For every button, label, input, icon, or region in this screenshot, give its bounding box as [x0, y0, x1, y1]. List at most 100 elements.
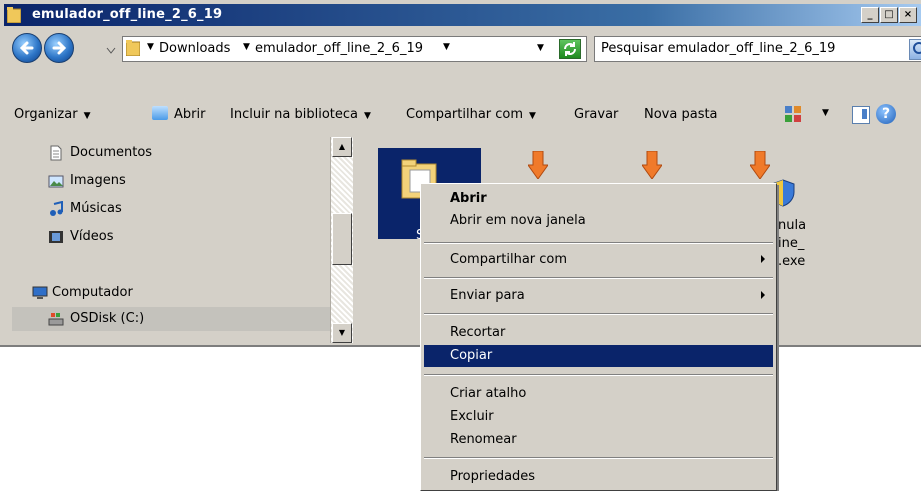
refresh-icon — [564, 42, 576, 56]
menu-separator — [424, 457, 773, 459]
new-folder-button[interactable]: Nova pasta — [644, 107, 718, 122]
exe-label-line: .exe — [778, 254, 806, 269]
chevron-down-icon: ▼ — [364, 111, 371, 121]
title-bar[interactable]: emulador_off_line_2_6_19 _ □ × — [4, 4, 921, 26]
back-arrow-icon — [19, 41, 34, 55]
navigation-scrollbar[interactable]: ▲ ▼ — [330, 137, 353, 343]
menu-item-rename[interactable]: Renomear — [424, 429, 773, 451]
download-arrow-icon — [750, 151, 770, 179]
menu-item-label: Excluir — [450, 409, 494, 424]
organize-button[interactable]: Organizar ▼ — [14, 107, 90, 122]
forward-button[interactable] — [44, 33, 74, 63]
menu-item-label: Copiar — [450, 348, 493, 363]
open-button[interactable]: Abrir — [174, 107, 205, 122]
preview-pane-icon[interactable] — [852, 106, 870, 124]
nav-item-music[interactable]: Músicas — [12, 197, 330, 221]
context-menu: Abrir Abrir em nova janela Compartilhar … — [420, 183, 777, 491]
menu-item-delete[interactable]: Excluir — [424, 406, 773, 428]
scroll-down-button[interactable]: ▼ — [332, 323, 352, 343]
share-with-button[interactable]: Compartilhar com ▼ — [406, 107, 536, 122]
chevron-down-icon[interactable]: ▼ — [822, 108, 829, 118]
menu-item-properties[interactable]: Propriedades — [424, 466, 773, 488]
maximize-button[interactable]: □ — [880, 7, 898, 23]
address-bar[interactable]: ▼ Downloads ▼ emulador_off_line_2_6_19 ▼… — [122, 36, 587, 62]
menu-item-label: Compartilhar com — [450, 252, 568, 267]
menu-item-open[interactable]: Abrir — [424, 188, 773, 210]
submenu-arrow-icon — [761, 291, 765, 299]
include-library-label: Incluir na biblioteca — [230, 107, 359, 122]
organize-label: Organizar — [14, 107, 78, 122]
address-history-dropdown-icon[interactable]: ▼ — [537, 43, 544, 53]
scrollbar-thumb[interactable] — [332, 213, 352, 265]
menu-item-send-to[interactable]: Enviar para — [424, 285, 773, 307]
menu-item-label: Recortar — [450, 325, 506, 340]
nav-item-videos[interactable]: Vídeos — [12, 225, 330, 249]
breadcrumb-arrow-icon[interactable]: ▼ — [147, 42, 154, 52]
breadcrumb-arrow-icon[interactable]: ▼ — [443, 42, 450, 52]
menu-separator — [424, 242, 773, 244]
menu-item-share-with[interactable]: Compartilhar com — [424, 249, 773, 271]
breadcrumb-downloads[interactable]: Downloads — [159, 41, 230, 56]
navigation-pane: Documentos Imagens Músicas Vídeos Comput… — [12, 137, 332, 343]
chevron-down-icon: ▼ — [83, 111, 91, 121]
nav-item-label: Computador — [52, 285, 133, 300]
menu-item-open-new-window[interactable]: Abrir em nova janela — [424, 210, 773, 232]
open-icon[interactable] — [152, 106, 168, 120]
minimize-button[interactable]: _ — [861, 7, 879, 23]
breadcrumb-current-folder[interactable]: emulador_off_line_2_6_19 — [255, 41, 423, 56]
nav-item-label: Músicas — [70, 201, 122, 216]
include-library-button[interactable]: Incluir na biblioteca ▼ — [230, 107, 371, 122]
menu-item-label: Criar atalho — [450, 386, 527, 401]
image-icon — [48, 175, 64, 188]
folder-icon — [7, 7, 21, 23]
forward-arrow-icon — [52, 41, 67, 55]
back-button[interactable] — [12, 33, 42, 63]
nav-item-documents[interactable]: Documentos — [12, 141, 330, 165]
recent-pages-dropdown-icon[interactable] — [106, 44, 116, 59]
menu-item-label: Propriedades — [450, 469, 536, 484]
menu-item-copy[interactable]: Copiar — [424, 345, 773, 367]
document-icon — [50, 145, 62, 161]
menu-separator — [424, 277, 773, 279]
download-arrow-icon — [642, 151, 662, 179]
exe-label-line: nula — [778, 218, 807, 233]
music-icon — [50, 201, 63, 216]
nav-item-images[interactable]: Imagens — [12, 169, 330, 193]
menu-item-label: Enviar para — [450, 288, 525, 303]
nav-item-label: OSDisk (C:) — [70, 311, 145, 326]
refresh-button[interactable] — [559, 39, 581, 59]
nav-item-computer[interactable]: Computador — [12, 281, 330, 305]
download-arrow-icon — [528, 151, 548, 179]
nav-item-label: Documentos — [70, 145, 153, 160]
menu-separator — [424, 374, 773, 376]
search-input[interactable]: Pesquisar emulador_off_line_2_6_19 — [594, 36, 921, 62]
scroll-up-button[interactable]: ▲ — [332, 137, 352, 157]
nav-item-osdisk[interactable]: OSDisk (C:) — [12, 307, 330, 331]
exe-label-line: ine_ — [778, 236, 805, 251]
nav-item-label: Vídeos — [70, 229, 114, 244]
computer-icon — [32, 286, 48, 299]
search-button[interactable] — [909, 39, 921, 60]
drive-icon — [48, 313, 64, 326]
menu-item-label: Abrir — [450, 191, 487, 206]
video-icon — [49, 231, 63, 243]
menu-item-cut[interactable]: Recortar — [424, 322, 773, 344]
breadcrumb-arrow-icon[interactable]: ▼ — [243, 42, 250, 52]
folder-icon — [126, 40, 140, 56]
close-button[interactable]: × — [899, 7, 917, 23]
window-title: emulador_off_line_2_6_19 — [32, 7, 223, 22]
burn-button[interactable]: Gravar — [574, 107, 618, 122]
menu-separator — [424, 313, 773, 315]
search-placeholder: Pesquisar emulador_off_line_2_6_19 — [601, 41, 836, 56]
menu-item-label: Renomear — [450, 432, 517, 447]
address-row: ▼ Downloads ▼ emulador_off_line_2_6_19 ▼… — [4, 30, 921, 70]
share-with-label: Compartilhar com — [406, 107, 524, 122]
menu-item-create-shortcut[interactable]: Criar atalho — [424, 383, 773, 405]
search-icon — [913, 42, 921, 54]
exe-file-label[interactable]: nula ine_ .exe — [778, 217, 806, 271]
change-view-icon[interactable] — [784, 105, 802, 123]
command-bar: Organizar ▼ Abrir Incluir na biblioteca ▼ … — [4, 96, 921, 132]
submenu-arrow-icon — [761, 255, 765, 263]
help-icon[interactable]: ? — [876, 104, 896, 124]
chevron-down-icon: ▼ — [529, 111, 536, 121]
